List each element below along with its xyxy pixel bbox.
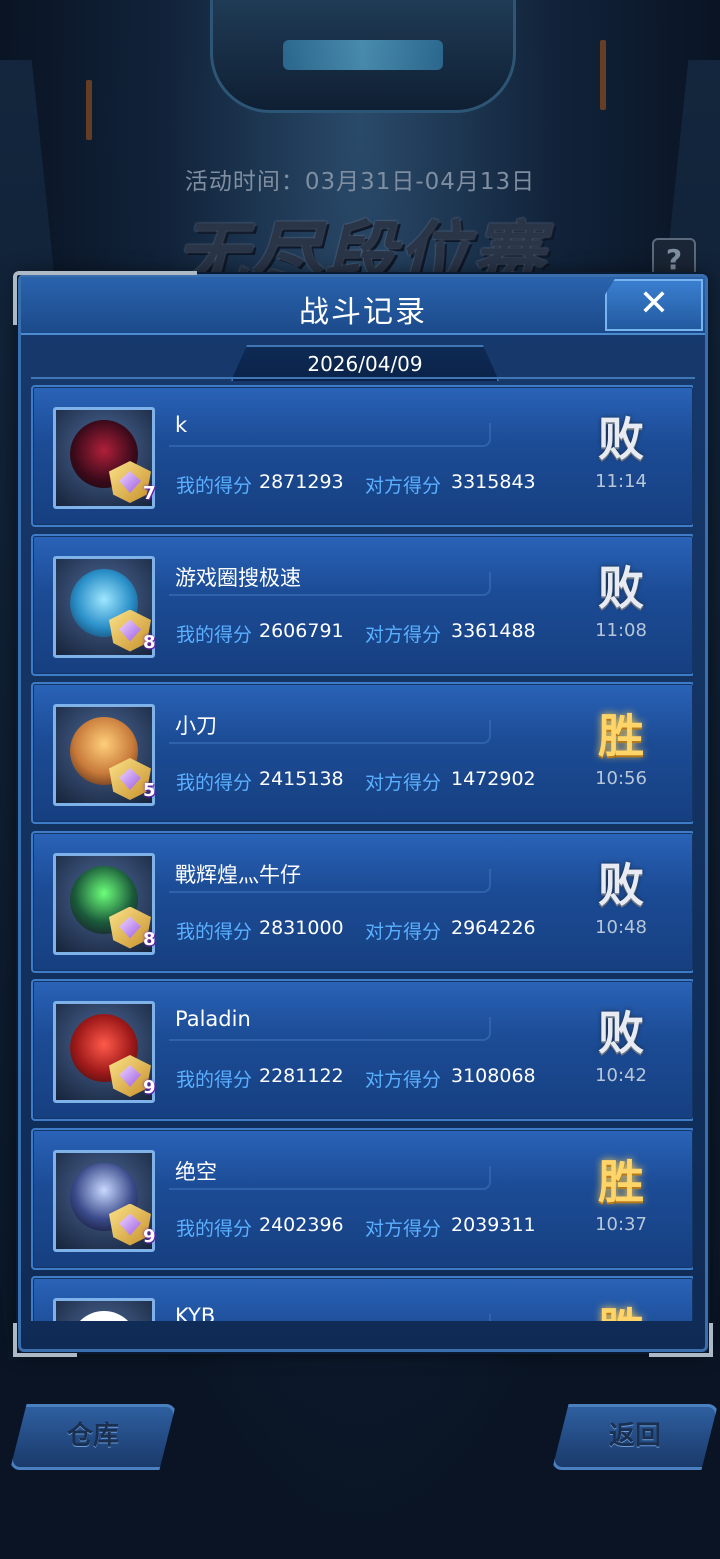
frame-corner xyxy=(13,271,197,325)
back-button[interactable]: 返回 xyxy=(552,1404,718,1470)
name-underline xyxy=(169,1165,491,1190)
frame-corner xyxy=(13,1323,77,1357)
opponent-score-value: 2039311 xyxy=(451,1213,536,1236)
rank-badge-icon: 9 xyxy=(103,1051,163,1107)
rank-badge-icon: 7 xyxy=(103,457,163,513)
battle-record-row[interactable]: 7 k 我的得分 2871293 对方得分 3315843 败 11:14 xyxy=(31,385,693,527)
opponent-score-value: 2964226 xyxy=(451,916,536,939)
match-time: 11:08 xyxy=(595,619,647,641)
match-time: 11:14 xyxy=(595,471,647,492)
rank-badge-icon: 8 xyxy=(103,606,163,662)
battle-record-row[interactable]: KYB 胜 xyxy=(31,1276,693,1321)
rank-badge-icon: 8 xyxy=(103,903,163,959)
opponent-score-value: 3361488 xyxy=(451,619,536,642)
rank-level: 9 xyxy=(143,1077,156,1098)
my-score-value: 2831000 xyxy=(259,916,344,939)
player-name: 戰辉煌灬牛仔 xyxy=(175,862,301,887)
my-score-value: 2402396 xyxy=(259,1213,344,1236)
my-score-value: 2415138 xyxy=(259,768,344,790)
name-underline xyxy=(169,1314,491,1321)
battle-record-row[interactable]: 5 小刀我的得分 2415138 对方得分 1472902 胜 10:56 xyxy=(31,682,693,824)
opponent-score-label: 对方得分 xyxy=(365,623,442,646)
match-result: 胜 xyxy=(593,1302,649,1321)
player-name: k xyxy=(175,413,188,437)
match-result: 胜 xyxy=(598,709,644,763)
opponent-score-label: 对方得分 xyxy=(365,475,442,497)
my-score-label: 我的得分 xyxy=(176,1217,253,1240)
player-name: 游戏圈搜极速 xyxy=(175,565,301,590)
my-score-label: 我的得分 xyxy=(176,475,253,497)
match-result: 败 xyxy=(598,1006,644,1060)
match-time: 10:42 xyxy=(595,1065,647,1086)
event-time: 活动时间：03月31日-04月13日 xyxy=(184,169,536,195)
opponent-score-label: 对方得分 xyxy=(365,1069,442,1091)
opponent-score-label: 对方得分 xyxy=(365,772,442,794)
opponent-score-label: 对方得分 xyxy=(365,920,442,943)
close-button[interactable]: ✕ xyxy=(605,279,703,331)
battle-record-modal: 战斗记录 ✕ 2026/04/09 7 k 我的得分 2871293 对方得分 33158… xyxy=(13,271,713,1357)
rank-level: 5 xyxy=(143,780,156,801)
my-score-label: 我的得分 xyxy=(176,772,253,794)
match-time: 10:48 xyxy=(595,916,647,938)
player-name: KYB xyxy=(175,1304,216,1321)
player-name: 绝空 xyxy=(175,1159,217,1184)
my-score-label: 我的得分 xyxy=(176,1069,253,1091)
record-list[interactable]: 7 k 我的得分 2871293 对方得分 3315843 败 11:14 8 游戏圈搜极速 我的得… xyxy=(31,385,693,1321)
name-underline xyxy=(169,423,491,447)
battle-record-row[interactable]: 9 Paladin 我的得分 2281122 对方得分 3108068 败 10:42 xyxy=(31,979,693,1121)
opponent-score-value: 3315843 xyxy=(451,471,536,493)
my-score-label: 我的得分 xyxy=(176,920,253,943)
avatar-image xyxy=(70,1311,138,1321)
my-score-value: 2871293 xyxy=(259,471,344,493)
my-score-value: 2281122 xyxy=(259,1065,344,1087)
rank-badge-icon: 5 xyxy=(103,754,163,810)
rank-level: 7 xyxy=(143,483,156,504)
my-score-label: 我的得分 xyxy=(176,623,253,646)
background-light xyxy=(86,80,92,140)
frame-corner xyxy=(649,1323,713,1357)
game-screen: 活动时间：03月31日-04月13日 无尽段位赛 ? 战斗记录 ✕ 2026/0… xyxy=(0,0,720,1559)
player-name: 小刀 xyxy=(175,714,217,738)
background-arch xyxy=(210,0,516,113)
battle-record-row[interactable]: 8 戰辉煌灬牛仔 我的得分 2831000 对方得分 2964226 败 10:48 xyxy=(31,830,693,973)
rank-level: 8 xyxy=(143,928,156,950)
rank-level: 9 xyxy=(143,1225,156,1247)
my-score-value: 2606791 xyxy=(259,619,344,642)
battle-record-row[interactable]: 8 游戏圈搜极速 我的得分 2606791 对方得分 3361488 败 11:08 xyxy=(31,533,693,676)
match-time: 10:56 xyxy=(595,768,647,789)
divider xyxy=(31,377,695,379)
match-time: 10:37 xyxy=(595,1213,647,1235)
rank-badge-icon: 9 xyxy=(103,1200,163,1256)
match-result: 败 xyxy=(598,560,644,615)
background-light xyxy=(600,40,606,110)
battle-record-row[interactable]: 9 绝空我的得分 2402396 对方得分 2039311 胜 10:37 xyxy=(31,1127,693,1270)
player-avatar[interactable] xyxy=(53,1298,155,1321)
warehouse-button[interactable]: 仓库 xyxy=(10,1404,176,1470)
opponent-score-value: 1472902 xyxy=(451,768,536,790)
match-result: 胜 xyxy=(598,1154,644,1209)
date-tab: 2026/04/09 xyxy=(231,345,499,381)
player-name: Paladin xyxy=(175,1007,251,1031)
name-underline xyxy=(169,720,491,744)
opponent-score-value: 3108068 xyxy=(451,1065,536,1087)
match-result: 败 xyxy=(598,412,644,466)
opponent-score-label: 对方得分 xyxy=(365,1217,442,1240)
match-result: 败 xyxy=(598,857,644,912)
rank-level: 8 xyxy=(143,631,156,653)
